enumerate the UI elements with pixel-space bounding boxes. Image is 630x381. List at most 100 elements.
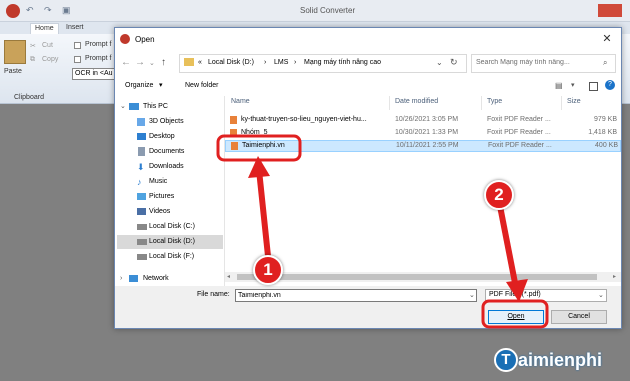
tab-home[interactable]: Home	[30, 23, 59, 34]
undo-icon[interactable]: ↶	[26, 5, 34, 16]
documents-icon	[138, 147, 145, 156]
up-icon[interactable]: ↑	[161, 57, 166, 68]
organize-chevron-icon[interactable]: ▾	[159, 81, 163, 89]
file-type: Foxit PDF Reader ...	[487, 116, 551, 123]
step-badge-1: 1	[253, 255, 283, 285]
recent-dropdown-icon[interactable]: ⌄	[149, 59, 155, 67]
breadcrumb-item-lms[interactable]: LMS	[274, 59, 288, 66]
videos-icon	[137, 208, 146, 215]
column-header-name[interactable]: Name	[231, 98, 250, 105]
file-type-filter[interactable]: PDF Files (*.pdf) ⌄	[485, 289, 607, 302]
cancel-button[interactable]: Cancel	[551, 310, 607, 324]
sidebar-item-this-pc[interactable]: ⌄ This PC	[117, 100, 223, 114]
back-icon[interactable]: ←	[121, 57, 131, 68]
file-size: 979 KB	[594, 116, 617, 123]
sidebar-item-3d-objects[interactable]: 3D Objects	[117, 115, 223, 129]
prompt-label-2: Prompt f	[85, 55, 112, 62]
close-icon[interactable]: ✕	[599, 32, 615, 46]
drive-icon	[137, 254, 147, 260]
download-icon: ⬇	[137, 162, 145, 172]
new-folder-button[interactable]: New folder	[185, 82, 218, 89]
dialog-titlebar: Open ✕	[115, 28, 621, 50]
sidebar-item-pictures[interactable]: Pictures	[117, 190, 223, 204]
view-icon[interactable]: ▤	[555, 81, 563, 90]
sidebar-item-label: This PC	[143, 103, 168, 110]
desktop-icon	[137, 133, 146, 140]
file-name-field[interactable]	[235, 289, 477, 302]
file-size: 1,418 KB	[588, 129, 617, 136]
sidebar-item-local-disk-f[interactable]: Local Disk (F:)	[117, 250, 223, 264]
sidebar-item-network[interactable]: › Network	[117, 272, 223, 286]
sidebar-item-music[interactable]: ♪ Music	[117, 175, 223, 189]
tab-insert[interactable]: Insert	[62, 23, 88, 34]
organize-button[interactable]: Organize	[125, 82, 153, 89]
view-chevron-icon[interactable]: ▾	[571, 81, 575, 89]
cut-icon[interactable]: ✂	[30, 42, 36, 50]
file-list: Name Date modified Type Size ky-thuat-tr…	[225, 96, 621, 288]
save-icon[interactable]: ▣	[62, 5, 71, 16]
sidebar-item-desktop[interactable]: Desktop	[117, 130, 223, 144]
file-row[interactable]: ky-thuat-truyen-so-lieu_nguyen-viet-hu..…	[225, 114, 621, 126]
chevron-down-icon[interactable]: ⌄	[598, 291, 604, 299]
breadcrumb-item-disk[interactable]: Local Disk (D:)	[208, 59, 254, 66]
scrollbar-thumb[interactable]	[237, 274, 597, 280]
taimienphi-logo-icon: T	[494, 348, 518, 372]
paste-icon[interactable]	[4, 40, 26, 64]
file-name: Taimienphi.vn	[242, 142, 285, 149]
help-icon[interactable]: ?	[605, 80, 615, 90]
open-dialog: Open ✕ ← → ⌄ ↑ « Local Disk (D:) › LMS ›…	[114, 27, 622, 329]
column-header-size[interactable]: Size	[567, 98, 581, 105]
prompt-checkbox-2[interactable]	[74, 56, 81, 63]
copy-icon[interactable]: ⧉	[30, 56, 35, 64]
ocr-select[interactable]: OCR in <Au	[72, 68, 116, 80]
sidebar-item-videos[interactable]: Videos	[117, 205, 223, 219]
search-input[interactable]: Search Mạng máy tính nâng... ⌕	[471, 54, 616, 73]
sidebar-item-local-disk-c[interactable]: Local Disk (C:)	[117, 220, 223, 234]
column-separator[interactable]	[561, 96, 562, 110]
sidebar-item-label: Pictures	[149, 193, 175, 200]
chevron-right-icon[interactable]: ›	[120, 272, 122, 286]
column-separator[interactable]	[481, 96, 482, 110]
search-placeholder: Search Mạng máy tính nâng...	[476, 59, 570, 66]
prompt-label-1: Prompt f	[85, 41, 112, 48]
network-icon	[129, 275, 138, 282]
column-header-type[interactable]: Type	[487, 98, 502, 105]
sidebar-item-label: Local Disk (F:)	[149, 253, 195, 260]
forward-icon[interactable]: →	[135, 57, 145, 68]
prompt-checkbox-1[interactable]	[74, 42, 81, 49]
redo-icon[interactable]: ↷	[44, 5, 52, 16]
sidebar-item-label: Documents	[149, 148, 185, 155]
sidebar-item-downloads[interactable]: ⬇ Downloads	[117, 160, 223, 174]
scroll-left-icon[interactable]: ◂	[227, 273, 230, 280]
search-icon: ⌕	[603, 58, 608, 67]
paste-label[interactable]: Paste	[4, 68, 22, 75]
chevron-down-icon[interactable]: ⌄	[436, 58, 443, 67]
sidebar-item-local-disk-d[interactable]: Local Disk (D:)	[117, 235, 223, 249]
pdf-file-icon	[231, 142, 238, 150]
pc-icon	[129, 103, 139, 110]
address-bar[interactable]: « Local Disk (D:) › LMS › Mạng máy tính …	[179, 54, 467, 73]
file-name: Nhóm_5	[241, 129, 268, 136]
chevron-down-icon[interactable]: ⌄	[120, 100, 126, 114]
folder-icon	[184, 58, 194, 66]
drive-icon	[137, 239, 147, 245]
file-row[interactable]: Nhóm_5 10/30/2021 1:33 PM Foxit PDF Read…	[225, 127, 621, 139]
breadcrumb-overflow[interactable]: «	[198, 59, 202, 66]
dialog-app-icon	[120, 34, 130, 44]
file-row-selected[interactable]: Taimienphi.vn 10/11/2021 2:55 PM Foxit P…	[225, 140, 621, 152]
breadcrumb-item-folder[interactable]: Mạng máy tính nâng cao	[304, 59, 381, 66]
scroll-right-icon[interactable]: ▸	[613, 273, 616, 280]
file-name-dropdown-icon[interactable]: ⌄	[469, 291, 475, 299]
column-separator[interactable]	[389, 96, 390, 110]
sidebar-item-documents[interactable]: Documents	[117, 145, 223, 159]
horizontal-scrollbar[interactable]: ◂ ▸	[225, 272, 621, 282]
cut-label[interactable]: Cut	[42, 42, 53, 49]
column-header-date[interactable]: Date modified	[395, 98, 438, 105]
copy-label[interactable]: Copy	[42, 56, 58, 63]
open-button[interactable]: Open	[488, 310, 544, 324]
refresh-icon[interactable]: ↻	[450, 57, 458, 68]
preview-pane-icon[interactable]	[589, 82, 598, 91]
app-close-button[interactable]	[598, 4, 622, 17]
file-size: 400 KB	[595, 142, 618, 149]
cube-icon	[137, 118, 145, 126]
